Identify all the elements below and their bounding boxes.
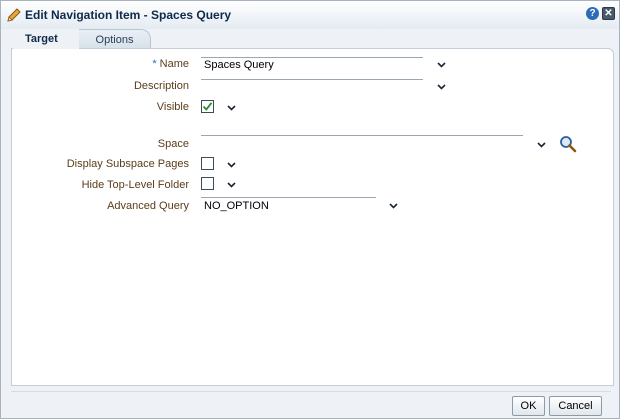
- close-icon[interactable]: ✕: [602, 7, 615, 20]
- target-panel: [11, 48, 614, 386]
- cancel-button[interactable]: Cancel: [549, 396, 602, 416]
- tab-options[interactable]: Options: [79, 29, 151, 49]
- dialog-titlebar: Edit Navigation Item - Spaces Query ? ✕: [1, 1, 619, 29]
- search-icon[interactable]: [559, 135, 577, 153]
- description-label: Description: [133, 80, 189, 92]
- display-subspace-label: Display Subspace Pages: [66, 158, 189, 170]
- chevron-down-icon[interactable]: [227, 160, 236, 169]
- chevron-down-icon[interactable]: [227, 103, 236, 112]
- advanced-query-field[interactable]: NO_OPTION: [201, 197, 376, 213]
- advanced-query-label: Advanced Query: [107, 200, 189, 212]
- ok-button[interactable]: OK: [512, 396, 545, 416]
- chevron-down-icon[interactable]: [437, 60, 446, 69]
- hide-top-level-label: Hide Top-Level Folder: [81, 179, 189, 191]
- chevron-down-icon[interactable]: [389, 201, 398, 210]
- name-field[interactable]: Spaces Query: [201, 57, 423, 71]
- display-subspace-checkbox[interactable]: [201, 157, 214, 170]
- tab-target[interactable]: Target: [13, 29, 79, 49]
- required-marker: *: [152, 58, 157, 70]
- space-field[interactable]: [201, 135, 523, 149]
- dialog-title: Edit Navigation Item - Spaces Query: [25, 8, 232, 22]
- name-label: * Name: [121, 58, 189, 70]
- footer-divider: [11, 391, 611, 392]
- name-label-text: Name: [159, 58, 189, 70]
- checkmark-icon: [202, 102, 213, 111]
- space-label: Space: [157, 138, 189, 150]
- hide-top-level-checkbox[interactable]: [201, 177, 214, 190]
- visible-checkbox[interactable]: [201, 100, 214, 113]
- pencil-icon: [7, 8, 21, 22]
- visible-label: Visible: [156, 101, 189, 113]
- chevron-down-icon[interactable]: [437, 82, 446, 91]
- chevron-down-icon[interactable]: [537, 140, 546, 149]
- description-field[interactable]: [201, 79, 423, 93]
- chevron-down-icon[interactable]: [227, 180, 236, 189]
- edit-navigation-dialog: Edit Navigation Item - Spaces Query ? ✕ …: [0, 0, 620, 419]
- help-icon[interactable]: ?: [586, 7, 599, 20]
